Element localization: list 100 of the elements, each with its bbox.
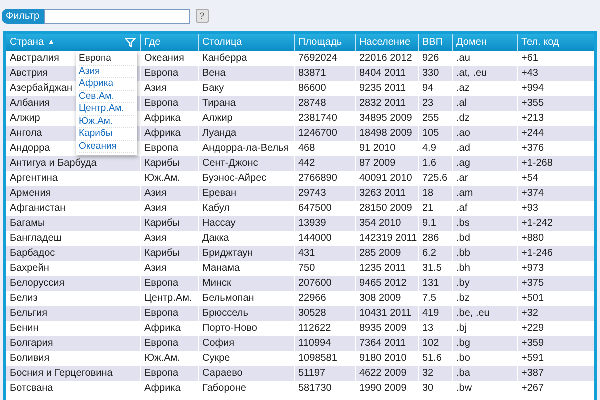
table-cell: .ag: [452, 156, 517, 171]
table-cell: Европа: [140, 66, 198, 81]
table-cell: 1098581: [294, 351, 355, 366]
table-cell: 4622 2009: [355, 366, 418, 381]
table-cell: Вена: [198, 66, 294, 81]
table-cell: 31.5: [418, 261, 452, 276]
table-cell: 28748: [294, 96, 355, 111]
table-cell: +1-246: [517, 246, 594, 261]
table-cell: 431: [294, 246, 355, 261]
column-header[interactable]: ВВП: [418, 34, 452, 51]
table-cell: Африка: [140, 321, 198, 336]
table-cell: Африка: [140, 126, 198, 141]
table-cell: Антигуа и Барбуда: [6, 156, 140, 171]
column-header[interactable]: Где: [140, 34, 198, 51]
table-cell: 9.1: [418, 216, 452, 231]
table-cell: +61: [517, 51, 594, 66]
table-cell: Сукре: [198, 351, 294, 366]
filter-option[interactable]: Азия: [79, 66, 134, 78]
table-cell: +374: [517, 186, 594, 201]
table-cell: 1246700: [294, 126, 355, 141]
table-cell: Бельгия: [6, 306, 140, 321]
table-cell: 91 2010: [355, 141, 418, 156]
table-cell: 22966: [294, 291, 355, 306]
table-cell: 22016 2012: [355, 51, 418, 66]
table-cell: .bh: [452, 261, 517, 276]
table-cell: Бахрейн: [6, 261, 140, 276]
table-cell: 40091 2010: [355, 171, 418, 186]
table-cell: Андорра-ла-Велья: [198, 141, 294, 156]
table-cell: .bd: [452, 231, 517, 246]
table-cell: Нассау: [198, 216, 294, 231]
filter-option[interactable]: Океания: [79, 140, 134, 153]
help-button[interactable]: ?: [196, 9, 209, 23]
table-cell: .bb: [452, 246, 517, 261]
table-cell: Европа: [140, 141, 198, 156]
table-cell: .au: [452, 51, 517, 66]
table-cell: +1-268: [517, 156, 594, 171]
table-cell: +501: [517, 291, 594, 306]
table-cell: Африка: [140, 111, 198, 126]
table-cell: 6.2: [418, 246, 452, 261]
table-cell: 285 2009: [355, 246, 418, 261]
filter-icon[interactable]: [124, 37, 136, 48]
table-cell: .bj: [452, 321, 517, 336]
table-cell: 142319 2011: [355, 231, 418, 246]
table-cell: Европа: [140, 336, 198, 351]
table-cell: Европа: [140, 276, 198, 291]
table-cell: 750: [294, 261, 355, 276]
table-cell: .bs: [452, 216, 517, 231]
table-cell: Дакка: [198, 231, 294, 246]
table-cell: .ar: [452, 171, 517, 186]
table-cell: .by: [452, 276, 517, 291]
table-cell: Европа: [140, 366, 198, 381]
table-cell: Африка: [140, 381, 198, 396]
column-header[interactable]: Тел. код: [517, 34, 594, 51]
table-cell: 8404 2011: [355, 66, 418, 81]
column-header[interactable]: Домен: [452, 34, 517, 51]
table-cell: Армения: [6, 186, 140, 201]
table-cell: Боливия: [6, 351, 140, 366]
table-cell: 2832 2011: [355, 96, 418, 111]
table-cell: Алжир: [198, 111, 294, 126]
table-cell: 330: [418, 66, 452, 81]
table-cell: 28150 2009: [355, 201, 418, 216]
table-cell: Юж.Ам.: [140, 171, 198, 186]
table-cell: Бенин: [6, 321, 140, 336]
table-cell: 1.6: [418, 156, 452, 171]
table-cell: 308 2009: [355, 291, 418, 306]
table-cell: +973: [517, 261, 594, 276]
filter-option[interactable]: Европа: [79, 53, 134, 66]
table-cell: 144000: [294, 231, 355, 246]
table-cell: 7364 2011: [355, 336, 418, 351]
table-cell: Брюссель: [198, 306, 294, 321]
table-cell: Бангладеш: [6, 231, 140, 246]
table-cell: Белиз: [6, 291, 140, 306]
table-cell: Ереван: [198, 186, 294, 201]
table-cell: Тирана: [198, 96, 294, 111]
column-header[interactable]: Население: [355, 34, 418, 51]
table-cell: Афганистан: [6, 201, 140, 216]
table-cell: 21: [418, 201, 452, 216]
table-cell: 725.6: [418, 171, 452, 186]
table-cell: 112622: [294, 321, 355, 336]
filter-option[interactable]: Карибы: [79, 128, 134, 140]
table-cell: Карибы: [140, 246, 198, 261]
table-cell: +43: [517, 66, 594, 81]
filter-option[interactable]: Центр.Ам.: [79, 103, 134, 116]
table-cell: +994: [517, 81, 594, 96]
table-cell: 4.9: [418, 141, 452, 156]
filter-input[interactable]: [44, 8, 190, 24]
table-cell: Бельмопан: [198, 291, 294, 306]
filter-option[interactable]: Сев.Ам.: [79, 90, 134, 103]
column-header[interactable]: Столица: [198, 34, 294, 51]
table-cell: +880: [517, 231, 594, 246]
table-cell: 9235 2011: [355, 81, 418, 96]
table-cell: 34895 2009: [355, 111, 418, 126]
table-cell: 83871: [294, 66, 355, 81]
table-cell: 647500: [294, 201, 355, 216]
filter-option[interactable]: Африка: [79, 78, 134, 90]
table-cell: +244: [517, 126, 594, 141]
filter-option[interactable]: Юж.Ам.: [79, 116, 134, 128]
table-cell: 286: [418, 231, 452, 246]
table-cell: .az: [452, 81, 517, 96]
column-header[interactable]: Площадь: [294, 34, 355, 51]
